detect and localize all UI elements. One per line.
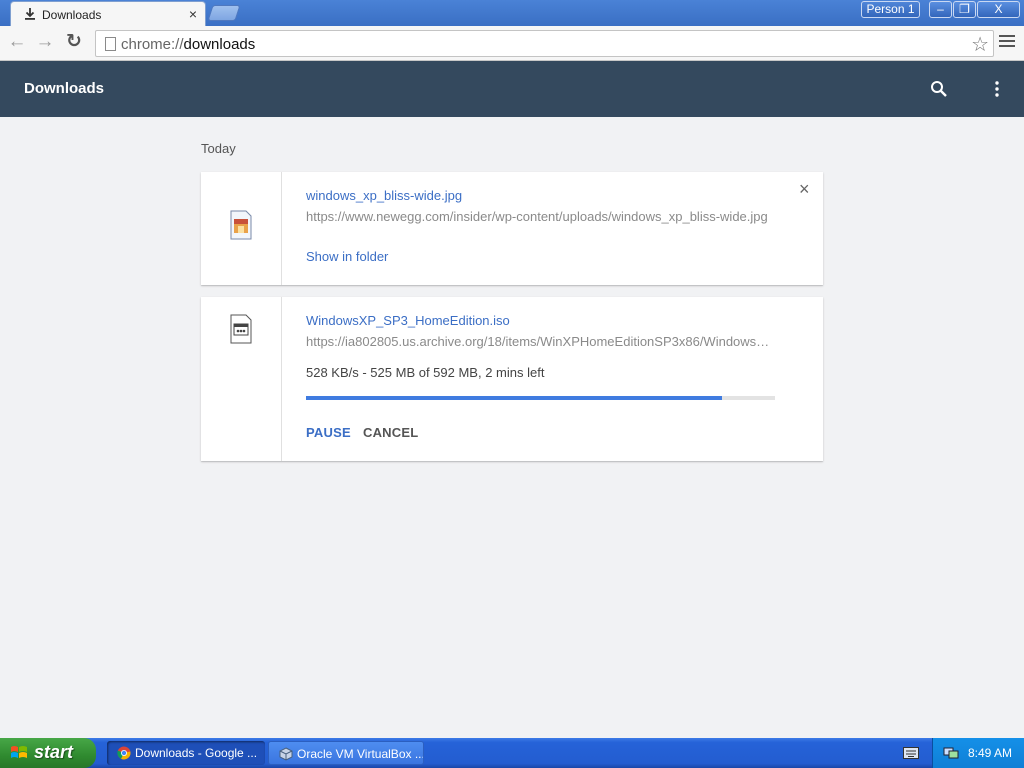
page-title: Downloads xyxy=(24,80,105,97)
start-label: start xyxy=(34,742,74,762)
date-section-label: Today xyxy=(201,141,236,156)
back-button[interactable]: ← xyxy=(6,32,28,54)
download-filename-link[interactable]: windows_xp_bliss-wide.jpg xyxy=(306,188,462,203)
minimize-button[interactable]: – xyxy=(929,1,952,18)
virtualbox-icon xyxy=(279,747,293,761)
url-host: downloads xyxy=(183,36,256,53)
download-progress-fill xyxy=(306,396,722,400)
tab-downloads[interactable]: Downloads × xyxy=(10,1,206,26)
taskbar-item-virtualbox[interactable]: Oracle VM VirtualBox ... xyxy=(268,741,424,765)
tab-title: Downloads xyxy=(42,8,102,22)
download-source-url[interactable]: https://ia802805.us.archive.org/18/items… xyxy=(306,334,776,349)
start-button[interactable]: start xyxy=(0,738,96,768)
reload-button[interactable]: ↻ xyxy=(63,32,85,54)
remove-download-icon[interactable]: × xyxy=(799,180,810,198)
url-text[interactable]: chrome://downloads xyxy=(121,36,255,53)
profile-button[interactable]: Person 1 xyxy=(861,1,920,18)
address-bar[interactable]: chrome://downloads ☆ xyxy=(95,30,994,57)
windows-logo-icon xyxy=(11,746,27,758)
close-window-button[interactable]: X xyxy=(977,1,1020,18)
new-tab-button[interactable] xyxy=(207,5,241,21)
pause-button[interactable]: PAUSE xyxy=(306,425,351,440)
search-icon[interactable] xyxy=(930,80,948,98)
chrome-icon xyxy=(117,746,131,760)
more-options-icon[interactable] xyxy=(988,80,1006,98)
image-file-icon xyxy=(230,210,252,240)
keyboard-icon[interactable] xyxy=(903,747,919,759)
taskbar-item-label: Downloads - Google ... xyxy=(135,746,258,760)
system-tray: 8:49 AM xyxy=(932,738,1024,768)
cancel-button[interactable]: CANCEL xyxy=(363,425,418,440)
browser-titlebar: Downloads × Person 1 – ❐ X xyxy=(0,0,1024,26)
download-item: WindowsXP_SP3_HomeEdition.iso https://ia… xyxy=(201,297,823,461)
file-icon-column xyxy=(201,172,282,285)
disc-image-file-icon xyxy=(230,314,252,344)
file-icon-column xyxy=(201,297,282,461)
download-progress-bar xyxy=(306,396,775,400)
page-icon xyxy=(105,37,116,51)
download-icon xyxy=(25,8,35,20)
windows-taskbar: start Downloads - Google ... Oracle VM V… xyxy=(0,738,1024,768)
tab-close-icon[interactable]: × xyxy=(189,6,197,22)
network-icon[interactable] xyxy=(943,746,959,760)
downloads-header: Downloads xyxy=(0,61,1024,117)
restore-button[interactable]: ❐ xyxy=(953,1,976,18)
url-scheme: chrome:// xyxy=(121,36,184,53)
download-status-text: 528 KB/s - 525 MB of 592 MB, 2 mins left xyxy=(306,365,545,380)
bookmark-star-icon[interactable]: ☆ xyxy=(971,32,989,57)
taskbar-item-label: Oracle VM VirtualBox ... xyxy=(297,747,424,761)
taskbar-clock: 8:49 AM xyxy=(968,746,1013,760)
chrome-menu-icon[interactable] xyxy=(999,35,1015,51)
download-filename-link[interactable]: WindowsXP_SP3_HomeEdition.iso xyxy=(306,313,510,328)
download-source-url[interactable]: https://www.newegg.com/insider/wp-conten… xyxy=(306,209,776,224)
show-in-folder-link[interactable]: Show in folder xyxy=(306,249,388,264)
taskbar-item-chrome[interactable]: Downloads - Google ... xyxy=(107,741,265,765)
download-item: windows_xp_bliss-wide.jpg https://www.ne… xyxy=(201,172,823,285)
forward-button[interactable]: → xyxy=(34,32,56,54)
browser-toolbar: ← → ↻ chrome://downloads ☆ xyxy=(0,26,1024,61)
